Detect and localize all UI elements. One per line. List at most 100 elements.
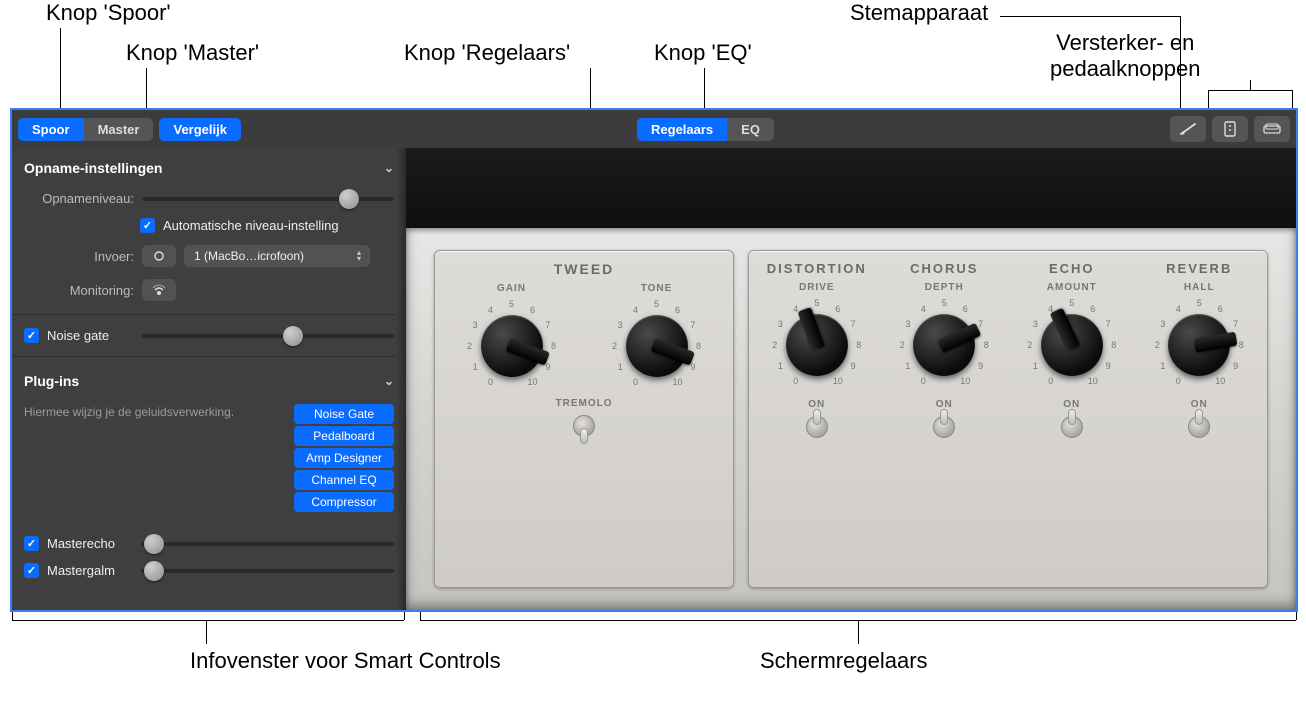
dial-scale-number: 5 (942, 298, 947, 308)
dial-scale-number: 6 (1218, 304, 1223, 314)
dial-scale-number: 9 (690, 362, 695, 372)
callout-amp-pedal: Versterker- en pedaalknoppen (1050, 30, 1200, 82)
regelaars-button[interactable]: Regelaars (637, 118, 727, 141)
effect-switch[interactable] (1061, 416, 1083, 450)
mastergalm-checkbox[interactable]: ✓ (24, 563, 39, 578)
knob-label: GAIN (497, 283, 526, 294)
knob-group: GAIN 012345678910 (452, 283, 572, 394)
knob-dial[interactable]: 012345678910 (1024, 297, 1120, 393)
rack: TWEED GAIN012345678910TONE012345678910 T… (406, 228, 1296, 610)
effect-switch[interactable] (933, 416, 955, 450)
dial-scale-number: 8 (856, 340, 861, 350)
dial-scale-number: 1 (905, 361, 910, 371)
smart-controls-window: Spoor Master Vergelijk Regelaars EQ Opna… (10, 108, 1298, 612)
compare-button[interactable]: Vergelijk (159, 118, 240, 141)
callout-line (12, 620, 404, 621)
knob-dial[interactable]: 012345678910 (769, 297, 865, 393)
plugin-pill[interactable]: Pedalboard (294, 426, 394, 446)
auto-level-checkbox[interactable]: ✓ (140, 218, 155, 233)
dial-scale-number: 0 (1048, 376, 1053, 386)
tremolo-label: TREMOLO (556, 398, 613, 409)
effects-knob-row: DRIVE012345678910DEPTH012345678910AMOUNT… (753, 282, 1263, 393)
dial-scale-number: 0 (633, 377, 638, 387)
masterecho-checkbox[interactable]: ✓ (24, 536, 39, 551)
knob-dial[interactable]: 012345678910 (896, 297, 992, 393)
knob-label: TONE (641, 283, 673, 294)
section-title: Plug-ins (24, 373, 79, 389)
master-button[interactable]: Master (84, 118, 154, 141)
dial-scale-number: 10 (960, 376, 970, 386)
dial-scale-number: 1 (1160, 361, 1165, 371)
tweed-box: TWEED GAIN 012345678910 TONE 012345678910 T… (434, 250, 734, 588)
eq-button[interactable]: EQ (727, 118, 774, 141)
knob-dial[interactable]: 012345678910 (464, 298, 560, 394)
row-input: Invoer: 1 (MacBo…icrofoon) ▴▾ (24, 242, 394, 270)
app-body: Opname-instellingen ⌄ Opnameniveau: ✓ Au… (12, 148, 1296, 610)
input-select[interactable]: 1 (MacBo…icrofoon) ▴▾ (184, 245, 370, 267)
dial-scale-number: 8 (1239, 340, 1244, 350)
callout-line (1296, 612, 1297, 620)
noise-gate-checkbox[interactable]: ✓ (24, 328, 39, 343)
knob-dial[interactable]: 012345678910 (1151, 297, 1247, 393)
record-level-slider[interactable] (142, 197, 394, 201)
slider-thumb[interactable] (283, 326, 303, 346)
plugin-pill[interactable]: Amp Designer (294, 448, 394, 468)
section-recording[interactable]: Opname-instellingen ⌄ (24, 154, 394, 182)
tweed-title: TWEED (439, 261, 729, 277)
knob-group: DEPTH012345678910 (884, 282, 1004, 393)
monitoring-button[interactable] (142, 279, 176, 301)
dial-scale-number: 8 (696, 341, 701, 351)
plugin-pill[interactable]: Channel EQ (294, 470, 394, 490)
dial-scale-number: 3 (473, 320, 478, 330)
dial-scale-number: 10 (1088, 376, 1098, 386)
callout-eq: Knop 'EQ' (654, 40, 752, 66)
effect-title: DISTORTION (767, 261, 867, 276)
effect-switch-group: ON (1012, 399, 1132, 450)
input-mode-button[interactable] (142, 245, 176, 267)
noise-gate-label: Noise gate (47, 328, 133, 343)
tuner-button[interactable] (1170, 116, 1206, 142)
spoor-button[interactable]: Spoor (18, 118, 84, 141)
dial-scale-number: 5 (1069, 298, 1074, 308)
dial-scale-number: 9 (1233, 361, 1238, 371)
dial-scale-number: 7 (1106, 319, 1111, 329)
row-monitoring: Monitoring: (24, 276, 394, 304)
dial-scale-number: 3 (778, 319, 783, 329)
knob-label: DEPTH (925, 282, 964, 293)
plugin-pill[interactable]: Compressor (294, 492, 394, 512)
knob-dial[interactable]: 012345678910 (609, 298, 705, 394)
dial-scale-number: 2 (772, 340, 777, 350)
chevron-down-icon: ⌄ (384, 374, 394, 388)
effect-switch[interactable] (1188, 416, 1210, 450)
dial-scale-number: 4 (633, 305, 638, 315)
tuner-icon (1179, 122, 1197, 136)
dial-scale-number: 5 (509, 299, 514, 309)
effects-titles: DISTORTIONCHORUSECHOREVERB (753, 261, 1263, 276)
effect-title-col: DISTORTION (757, 261, 877, 276)
row-plugins: Hiermee wijzig je de geluidsverwerking. … (24, 401, 394, 515)
dial-scale-number: 9 (978, 361, 983, 371)
pedalboard-button[interactable] (1254, 116, 1290, 142)
amp-button[interactable] (1212, 116, 1248, 142)
slider-thumb[interactable] (144, 534, 164, 554)
callout-line (1250, 80, 1251, 90)
mastergalm-slider[interactable] (141, 569, 394, 573)
effect-switch[interactable] (806, 416, 828, 450)
tweed-knob-row: GAIN 012345678910 TONE 012345678910 (439, 283, 729, 394)
tremolo-switch[interactable] (573, 415, 595, 449)
dial-scale-number: 6 (675, 305, 680, 315)
circle-icon (153, 250, 165, 262)
dial-scale-number: 7 (545, 320, 550, 330)
plugin-pill[interactable]: Noise Gate (294, 404, 394, 424)
masterecho-slider[interactable] (141, 542, 394, 546)
toolbar: Spoor Master Vergelijk Regelaars EQ (12, 110, 1296, 148)
dial-scale-number: 9 (1106, 361, 1111, 371)
row-auto-level: ✓ Automatische niveau-instelling (24, 215, 394, 236)
row-record-level: Opnameniveau: (24, 188, 394, 209)
knob-group: AMOUNT012345678910 (1012, 282, 1132, 393)
slider-thumb[interactable] (144, 561, 164, 581)
dial-scale-number: 10 (527, 377, 537, 387)
noise-gate-slider[interactable] (141, 334, 394, 338)
section-plugins[interactable]: Plug-ins ⌄ (24, 367, 394, 395)
slider-thumb[interactable] (339, 189, 359, 209)
